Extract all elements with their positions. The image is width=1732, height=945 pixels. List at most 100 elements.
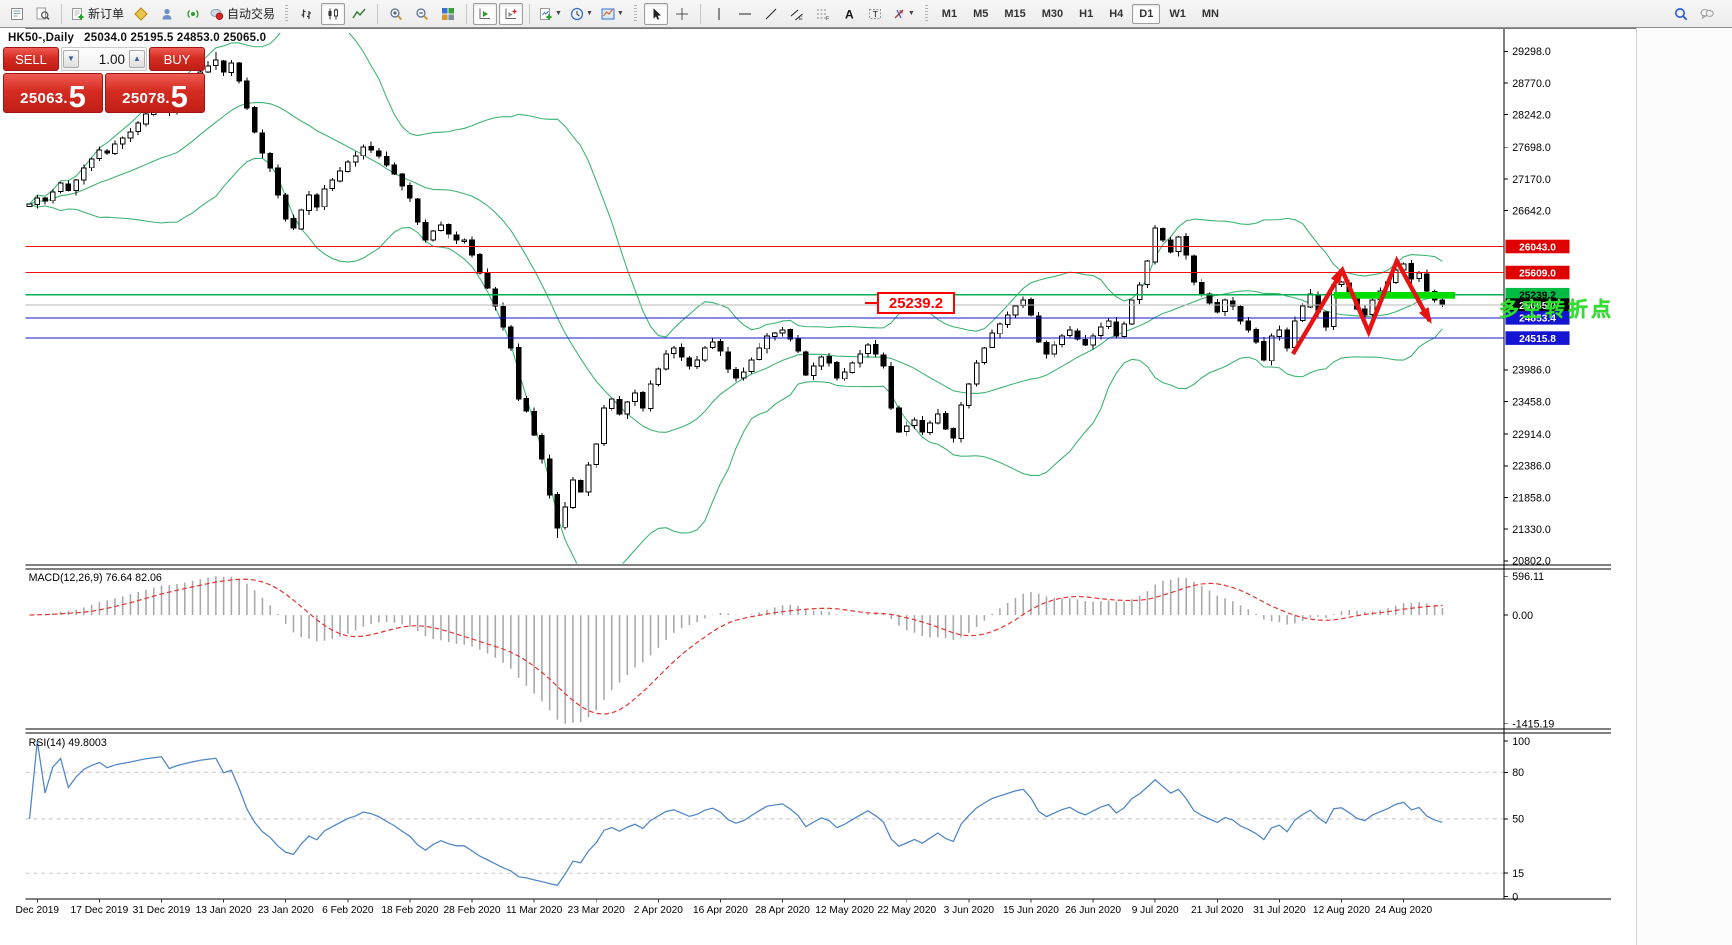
print-preview-icon[interactable] (31, 3, 55, 25)
toolbar-group: 新订单 自动交易 (67, 3, 279, 25)
timeframe-h4[interactable]: H4 (1102, 4, 1130, 24)
signals-icon[interactable] (181, 3, 205, 25)
cleanup-icon-glyph (134, 6, 148, 21)
annotation-text[interactable]: 多空转折点 (1499, 293, 1614, 322)
text-tool[interactable]: A (837, 3, 861, 25)
toolbar-group (383, 3, 461, 25)
zoom-out-button[interactable] (410, 3, 434, 25)
sell-price: 25063 (20, 90, 64, 107)
dropdown-caret-icon[interactable]: ▼ (617, 10, 624, 17)
date-tick-label: 31 Dec 2019 (133, 905, 191, 916)
price-axis-ticks: 29298.0 28770.0 28242.0 27698.0 27170.0 26642… (1504, 46, 1554, 903)
crosshair-tool-glyph (675, 7, 688, 20)
scroll-to-end-button[interactable] (473, 2, 498, 25)
timeframe-m1[interactable]: M1 (935, 4, 964, 24)
price-tag-value: 24515.8 (1519, 334, 1556, 345)
chart-window[interactable]: 29298.0 28770.0 28242.0 27698.0 27170.0 26642… (0, 28, 1732, 945)
search-icon-glyph (1675, 7, 1688, 20)
svg-text:E: E (799, 16, 803, 21)
toolbar-group (643, 2, 695, 25)
rsi-tick-label: 0 (1512, 891, 1518, 903)
search-icon[interactable] (1669, 3, 1693, 25)
equidistant-channel-tool[interactable]: E (785, 3, 809, 25)
buy-button[interactable]: BUY (149, 47, 205, 71)
timeframe-m5[interactable]: M5 (966, 4, 995, 24)
community-chat-icon[interactable] (1695, 3, 1719, 25)
toolbar-drag-handle[interactable] (924, 4, 928, 23)
text-label-tool[interactable]: T (863, 3, 887, 25)
buy-price-dot: . (165, 90, 170, 107)
timeframe-h1[interactable]: H1 (1072, 4, 1100, 24)
buy-price-panel[interactable]: 25078. 5 (105, 73, 205, 113)
arrows-tool-glyph (894, 9, 904, 18)
toolbar-group (472, 2, 524, 25)
rsi-caption: RSI(14) 49.8003 (29, 737, 107, 749)
chart-shift-glyph (505, 8, 517, 19)
horizontal-line-tool[interactable] (733, 3, 757, 25)
rsi-tick-label: 80 (1512, 767, 1524, 779)
svg-text:F: F (826, 16, 830, 21)
rsi-indicator (25, 741, 1504, 886)
bar-chart-button[interactable] (295, 3, 319, 25)
mt4-terminal: 新订单 自动交易 ▼ ▼ ▼ E F A T ▼ M1 M5 M15 M30 H1 H4 D1 W1 MN 2929… (0, 0, 1732, 945)
toolbar-drag-handle[interactable] (633, 4, 637, 23)
toolbar-drag-handle[interactable] (285, 4, 289, 23)
price-tick-label: 27698.0 (1512, 142, 1551, 154)
timeframe-m15[interactable]: M15 (997, 4, 1032, 24)
templates-button[interactable]: ▼ (598, 3, 627, 25)
dropdown-caret-icon[interactable]: ▼ (586, 10, 593, 17)
reports-icon[interactable] (5, 3, 29, 25)
arrows-tool[interactable]: ▼ (889, 3, 918, 25)
scroll-to-end-glyph (479, 8, 491, 19)
price-tick-label: 21858.0 (1512, 492, 1551, 504)
trendline-tool[interactable] (759, 3, 783, 25)
vertical-line-tool[interactable] (707, 3, 731, 25)
price-tag-value: 26043.0 (1519, 242, 1556, 253)
periodicity-button[interactable]: ▼ (567, 3, 596, 25)
date-tick-label: 12 Aug 2020 (1313, 905, 1370, 916)
macd-tick-label: 0.00 (1512, 610, 1533, 622)
cleanup-icon[interactable] (129, 3, 153, 25)
volume-input[interactable]: 1.00 (79, 52, 129, 67)
vertical-line-tool-glyph (718, 7, 720, 20)
zoom-out-glyph (416, 7, 429, 20)
macd-caption: MACD(12,26,9) 76.64 82.06 (29, 572, 162, 584)
add-indicator-button[interactable]: ▼ (536, 3, 565, 25)
timeframe-m30[interactable]: M30 (1035, 4, 1070, 24)
horizontal-line-tool-glyph (738, 13, 751, 14)
price-tick-label: 21330.0 (1512, 524, 1551, 536)
crosshair-tool-button[interactable] (670, 3, 694, 25)
zoom-in-button[interactable] (384, 3, 408, 25)
auto-trading-button[interactable]: 自动交易 (207, 3, 278, 25)
timeframe-mn[interactable]: MN (1195, 4, 1226, 24)
line-chart-button[interactable] (347, 3, 371, 25)
date-tick-label: 16 Apr 2020 (693, 905, 748, 916)
date-tick-label: 18 Feb 2020 (381, 905, 438, 916)
volume-decrease-button[interactable]: ▼ (63, 50, 79, 68)
cursor-tool-glyph (653, 7, 661, 20)
volume-increase-button[interactable]: ▲ (129, 50, 145, 68)
timeframe-w1[interactable]: W1 (1162, 4, 1193, 24)
sell-button[interactable]: SELL (3, 47, 59, 71)
account-icon[interactable] (155, 3, 179, 25)
svg-text:A: A (845, 7, 854, 21)
price-tick-label: 20802.0 (1512, 556, 1551, 568)
rsi-tick-label: 50 (1512, 814, 1524, 826)
timeframe-d1[interactable]: D1 (1132, 3, 1161, 24)
dropdown-caret-icon[interactable]: ▼ (908, 10, 915, 17)
candlestick-chart-button[interactable] (321, 2, 346, 25)
sell-price-panel[interactable]: 25063. 5 (3, 73, 103, 113)
volume-spinner: ▼ 1.00 ▲ (61, 47, 147, 71)
new-order-button[interactable]: 新订单 (68, 3, 127, 25)
price-callout-label[interactable]: 25239.2 (877, 292, 955, 314)
price-tick-label: 22914.0 (1512, 429, 1551, 441)
chart-shift-button[interactable] (499, 2, 524, 25)
price-tick-label: 26642.0 (1512, 205, 1551, 217)
tile-windows-button[interactable] (436, 3, 460, 25)
community-chat-icon-glyph (1700, 8, 1714, 19)
date-tick-label: 23 Jan 2020 (258, 905, 314, 916)
cursor-tool-button[interactable] (643, 2, 668, 25)
dropdown-caret-icon[interactable]: ▼ (555, 10, 562, 17)
fibonacci-tool[interactable]: F (811, 3, 835, 25)
date-tick-label: 28 Apr 2020 (755, 905, 810, 916)
